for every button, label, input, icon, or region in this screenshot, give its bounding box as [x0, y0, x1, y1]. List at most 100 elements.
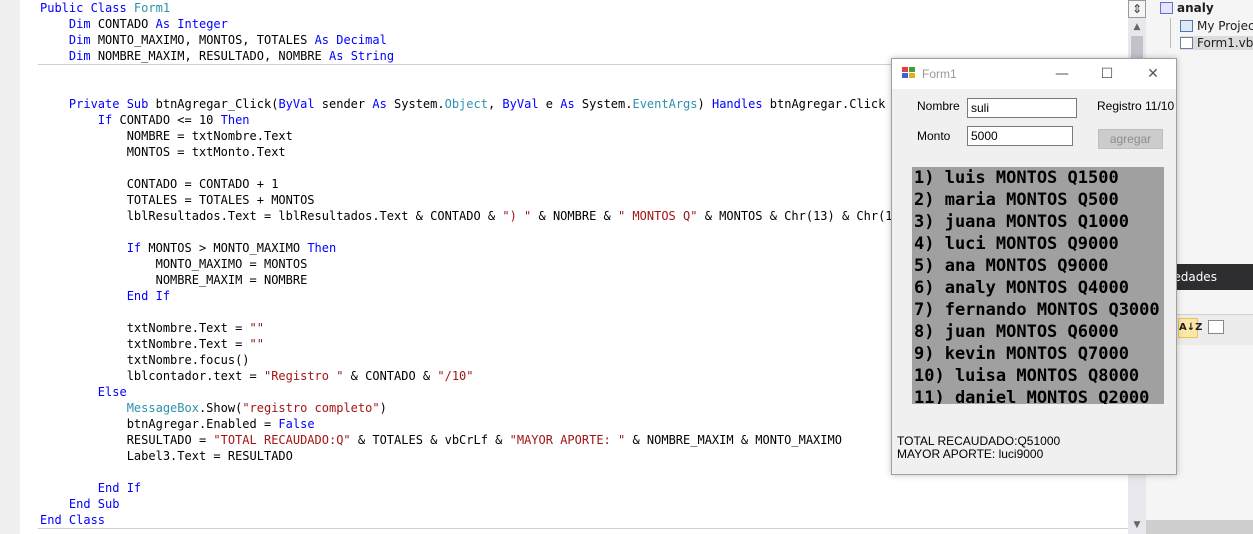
code-line[interactable]: btnAgregar.Enabled = False: [40, 416, 907, 432]
agregar-button[interactable]: agregar: [1098, 129, 1163, 149]
result-row: 9) kevin MONTOS Q7000: [914, 344, 1129, 364]
code-token: "MAYOR APORTE: ": [509, 433, 626, 447]
code-line[interactable]: Else: [40, 384, 907, 400]
sort-alphabetical-icon[interactable]: A↓Z: [1178, 318, 1202, 338]
code-line[interactable]: txtNombre.focus(): [40, 352, 907, 368]
code-line[interactable]: Dim CONTADO As Integer: [40, 16, 907, 32]
property-pages-icon[interactable]: [1208, 320, 1224, 334]
code-token: "registro completo": [242, 401, 380, 415]
monto-input[interactable]: 5000: [967, 126, 1073, 146]
code-token: Public Class: [40, 1, 134, 15]
code-line[interactable]: End Sub: [40, 496, 907, 512]
code-line[interactable]: Private Sub btnAgregar_Click(ByVal sende…: [40, 96, 907, 112]
minimize-icon[interactable]: —: [1050, 64, 1074, 84]
close-icon[interactable]: ✕: [1141, 64, 1165, 84]
code-line[interactable]: lblcontador.text = "Registro " & CONTADO…: [40, 368, 907, 384]
code-line[interactable]: MessageBox.Show("registro completo"): [40, 400, 907, 416]
code-line[interactable]: Label3.Text = RESULTADO: [40, 448, 907, 464]
monto-label: Monto: [917, 129, 951, 143]
code-token: .Show(: [198, 401, 243, 415]
code-line[interactable]: NOMBRE = txtNombre.Text: [40, 128, 907, 144]
code-line[interactable]: If CONTADO <= 10 Then: [40, 112, 907, 128]
panel-bottom-strip: [1146, 520, 1253, 534]
code-line[interactable]: lblResultados.Text = lblResultados.Text …: [40, 208, 907, 224]
code-line[interactable]: Dim MONTO_MAXIMO, MONTOS, TOTALES As Dec…: [40, 32, 907, 48]
code-line[interactable]: RESULTADO = "TOTAL RECAUDADO:Q" & TOTALE…: [40, 432, 907, 448]
code-token: Object: [444, 97, 488, 111]
code-token: & NOMBRE_MAXIM & MONTO_MAXIMO: [625, 433, 842, 447]
code-token: "TOTAL RECAUDADO:Q": [213, 433, 351, 447]
code-line[interactable]: Dim NOMBRE_MAXIM, RESULTADO, NOMBRE As S…: [40, 48, 907, 64]
code-line[interactable]: End Class: [40, 512, 907, 528]
scroll-up-icon[interactable]: ▲: [1128, 20, 1146, 34]
code-line[interactable]: MONTOS = txtMonto.Text: [40, 144, 907, 160]
properties-title: iedades: [1170, 270, 1217, 284]
split-editor-icon[interactable]: ⇕: [1128, 0, 1146, 18]
code-line[interactable]: End If: [40, 288, 907, 304]
code-token: If: [126, 241, 142, 255]
scroll-down-icon[interactable]: ▼: [1128, 518, 1146, 532]
code-token: ,: [487, 97, 503, 111]
result-row: 7) fernando MONTOS Q3000: [914, 300, 1160, 320]
code-line[interactable]: [40, 304, 907, 320]
form1-node[interactable]: Form1.vb: [1180, 36, 1253, 50]
result-row: 8) juan MONTOS Q6000: [914, 322, 1119, 342]
code-token: btnAgregar.Enabled =: [40, 417, 279, 431]
code-token: System.: [574, 97, 633, 111]
code-token: & MONTOS & Chr(13) & Chr(10): [697, 209, 907, 223]
vb-project-icon: [1160, 2, 1173, 14]
code-line[interactable]: [40, 464, 907, 480]
results-label: 1) luis MONTOS Q1500 2) maria MONTOS Q500…: [912, 167, 1164, 404]
code-line[interactable]: TOTALES = TOTALES + MONTOS: [40, 192, 907, 208]
code-line[interactable]: [40, 80, 907, 96]
code-line[interactable]: CONTADO = CONTADO + 1: [40, 176, 907, 192]
code-token: False: [278, 417, 315, 431]
result-row: 1) luis MONTOS Q1500: [914, 168, 1119, 188]
code-token: TOTALES = TOTALES + MONTOS: [40, 193, 315, 207]
code-line[interactable]: NOMBRE_MAXIM = NOMBRE: [40, 272, 907, 288]
code-token: System.: [386, 97, 445, 111]
code-token: MONTOS > MONTO_MAXIMO: [141, 241, 308, 255]
code-line[interactable]: txtNombre.Text = "": [40, 336, 907, 352]
code-line[interactable]: If MONTOS > MONTO_MAXIMO Then: [40, 240, 907, 256]
code-line[interactable]: MONTO_MAXIMO = MONTOS: [40, 256, 907, 272]
code-line[interactable]: Public Class Form1: [40, 0, 907, 16]
form-app-icon: [902, 67, 915, 78]
code-token: "": [249, 337, 264, 351]
my-project-node[interactable]: My Project: [1180, 19, 1253, 33]
code-token: "/10": [437, 369, 474, 383]
code-token: Label3.Text = RESULTADO: [40, 449, 293, 463]
code-token: NOMBRE_MAXIM, RESULTADO, NOMBRE: [90, 49, 330, 63]
result-row: 3) juana MONTOS Q1000: [914, 212, 1129, 232]
code-token: txtNombre.Text =: [40, 337, 250, 351]
code-token: txtNombre.focus(): [40, 353, 250, 367]
code-token: End Class: [40, 513, 106, 527]
code-token: txtNombre.Text =: [40, 321, 250, 335]
code-token: lblResultados.Text = lblResultados.Text …: [40, 209, 503, 223]
maximize-icon[interactable]: ☐: [1095, 64, 1119, 84]
code-line[interactable]: [40, 224, 907, 240]
result-row: 10) luisa MONTOS Q8000: [914, 366, 1140, 386]
project-node[interactable]: analy: [1160, 1, 1214, 15]
code-token: e: [538, 97, 561, 111]
total-recaudado-text: TOTAL RECAUDADO:Q51000: [897, 434, 1061, 448]
code-token: Else: [97, 385, 127, 399]
outline-margin: [20, 0, 30, 534]
code-token: As Integer: [155, 17, 228, 31]
code-line[interactable]: [40, 64, 907, 80]
code-text[interactable]: Public Class Form1 Dim CONTADO As Intege…: [40, 0, 907, 528]
code-line[interactable]: [40, 160, 907, 176]
code-token: End If: [126, 289, 171, 303]
code-line[interactable]: End If: [40, 480, 907, 496]
form-title-bar[interactable]: Form1 — ☐ ✕: [892, 59, 1176, 89]
code-line[interactable]: txtNombre.Text = "": [40, 320, 907, 336]
nombre-input[interactable]: suli: [967, 98, 1077, 118]
code-token: NOMBRE = txtNombre.Text: [40, 129, 293, 143]
code-token: If: [97, 113, 113, 127]
